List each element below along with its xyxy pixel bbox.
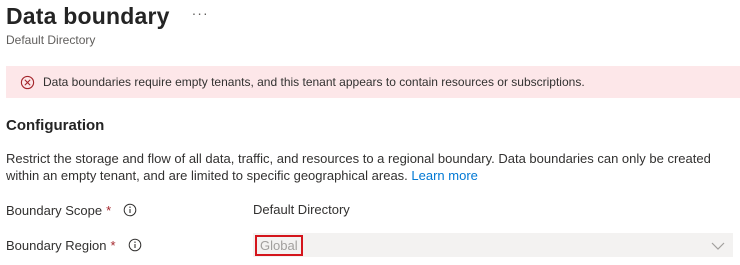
boundary-region-row: Boundary Region * (6, 236, 142, 254)
chevron-down-icon (711, 239, 725, 251)
error-banner: Data boundaries require empty tenants, a… (6, 66, 740, 98)
section-title-configuration: Configuration (6, 117, 105, 134)
boundary-scope-row: Boundary Scope * (6, 201, 137, 219)
page-title: Data boundary (6, 3, 170, 29)
boundary-region-dropdown[interactable]: Global (253, 233, 733, 257)
learn-more-link[interactable]: Learn more (411, 168, 477, 183)
description-text: Restrict the storage and flow of all dat… (6, 151, 711, 183)
required-indicator: * (110, 237, 116, 253)
boundary-region-selected-value: Global (255, 234, 303, 256)
page-subtitle: Default Directory (6, 33, 96, 47)
boundary-scope-value: Default Directory (253, 202, 350, 217)
configuration-description: Restrict the storage and flow of all dat… (6, 150, 736, 184)
error-circle-icon (20, 75, 35, 90)
info-icon[interactable] (123, 203, 137, 217)
info-icon[interactable] (128, 238, 142, 252)
title-row: Data boundary ··· (6, 2, 209, 30)
boundary-scope-label: Boundary Scope (6, 202, 103, 218)
page-header: Data boundary ··· Default Directory (6, 2, 209, 47)
more-options-button[interactable]: ··· (192, 0, 209, 27)
required-indicator: * (106, 202, 112, 218)
boundary-region-label: Boundary Region (6, 237, 107, 253)
error-message: Data boundaries require empty tenants, a… (43, 75, 585, 89)
